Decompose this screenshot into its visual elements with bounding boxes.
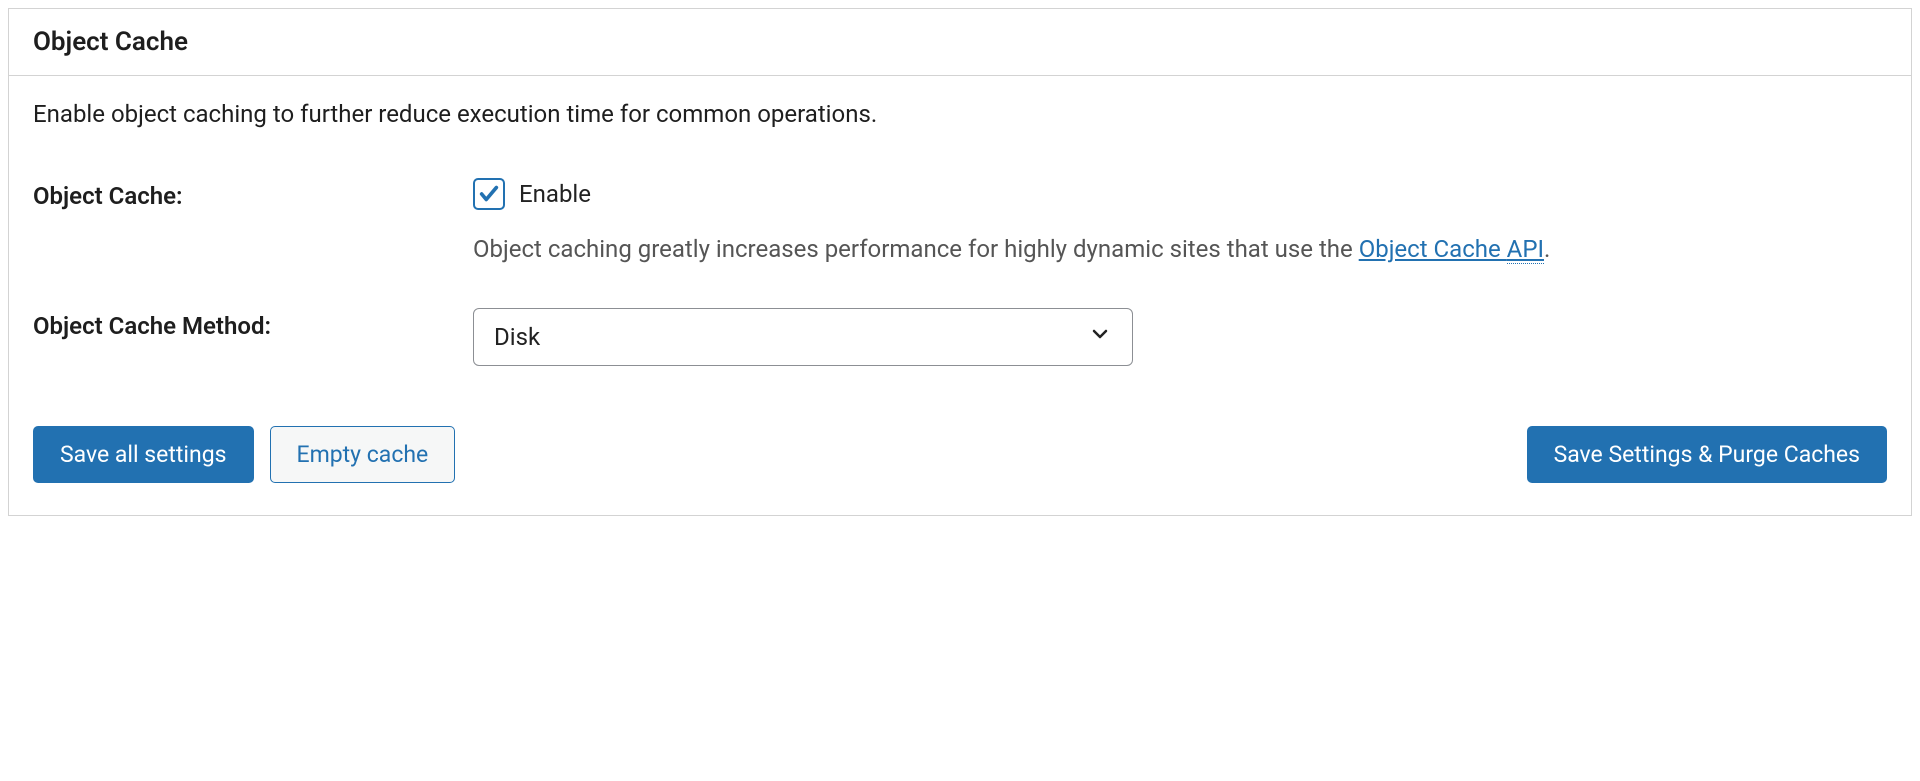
empty-cache-button[interactable]: Empty cache: [270, 426, 456, 483]
save-settings-purge-caches-button[interactable]: Save Settings & Purge Caches: [1527, 426, 1887, 483]
method-control: Disk: [473, 308, 1887, 366]
hint-link-prefix: Object Cache: [1359, 235, 1507, 263]
object-cache-label: Object Cache:: [33, 178, 473, 210]
check-icon: [478, 183, 500, 205]
hint-text-prefix: Object caching greatly increases perform…: [473, 235, 1359, 263]
method-select[interactable]: Disk: [473, 308, 1133, 366]
button-row: Save all settings Empty cache Save Setti…: [33, 426, 1887, 483]
object-cache-checkbox[interactable]: [473, 178, 505, 210]
object-cache-control: Enable Object caching greatly increases …: [473, 178, 1887, 268]
object-cache-panel: Object Cache Enable object caching to fu…: [8, 8, 1912, 516]
object-cache-hint: Object caching greatly increases perform…: [473, 230, 1887, 268]
method-label: Object Cache Method:: [33, 308, 473, 340]
object-cache-api-link[interactable]: Object Cache API: [1359, 235, 1544, 264]
panel-title: Object Cache: [33, 27, 1887, 57]
panel-description: Enable object caching to further reduce …: [33, 100, 1887, 128]
object-cache-checkbox-wrap: Enable: [473, 178, 1887, 210]
method-selected-value: Disk: [494, 323, 540, 351]
button-group-left: Save all settings Empty cache: [33, 426, 455, 483]
object-cache-checkbox-label: Enable: [519, 180, 591, 208]
chevron-down-icon: [1088, 322, 1112, 352]
panel-body: Enable object caching to further reduce …: [9, 76, 1911, 515]
hint-text-suffix: .: [1544, 235, 1550, 263]
panel-header: Object Cache: [9, 9, 1911, 76]
object-cache-row: Object Cache: Enable Object caching grea…: [33, 178, 1887, 268]
save-all-settings-button[interactable]: Save all settings: [33, 426, 254, 483]
method-row: Object Cache Method: Disk: [33, 308, 1887, 366]
hint-link-abbr: API: [1507, 235, 1544, 264]
